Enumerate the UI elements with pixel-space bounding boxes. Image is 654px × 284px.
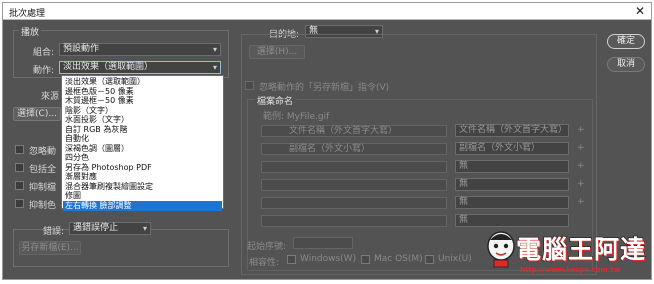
title-bar: 批次處理 ✕ [3,3,651,20]
start-serial-field[interactable] [293,237,353,249]
override-label: 忽略動作的「另存新檔」指令(V) [259,83,390,93]
dropdown-item-highlighted[interactable]: 左右轉換 臉部調整 [63,200,222,211]
override-checkbox[interactable] [245,81,254,90]
window-title: 批次處理 [9,9,46,19]
close-icon[interactable]: ✕ [635,4,645,18]
destination-choose-label: 選擇(H)... [256,47,298,57]
checkbox-1[interactable] [15,145,24,154]
naming-select-6-value: 無 [459,215,469,225]
naming-field-4[interactable] [261,179,447,191]
naming-select-1[interactable]: 文件名稱（外文首字大寫） [455,124,569,137]
compat-windows-label: Windows(W) [300,254,357,264]
errors-label: 錯誤: [43,227,65,237]
compat-label: 相容性: [249,258,280,268]
dropdown-item[interactable]: 另存為 Photoshop PDF [63,163,222,173]
naming-select-5-value: 無 [459,197,469,207]
compat-unix-checkbox[interactable] [425,255,434,264]
compat-windows-checkbox[interactable] [287,255,296,264]
chevron-down-icon: ▾ [212,45,217,54]
naming-field-1-text: 文件名稱（外文首字大寫） [289,126,398,136]
set-select-value: 預設動作 [63,44,100,54]
checkbox-2[interactable] [15,163,24,172]
naming-select-3[interactable]: 無 [455,160,569,173]
plus-icon[interactable]: + [577,125,585,135]
action-dropdown-list: 淡出效果（選取範圍） 邊框色版－50 像素 木質邊框－50 像素 陰影（文字） … [61,75,224,211]
watermark-url: http://www.kocpc.com.tw [520,266,621,274]
mascot-logo [487,231,515,268]
compat-unix-label: Unix(U) [438,254,472,264]
naming-field-2[interactable]: 副檔名（外文小寫） [261,143,447,155]
naming-select-4-value: 無 [459,179,469,189]
destination-choose-button[interactable]: 選擇(H)... [249,45,305,59]
ok-button[interactable]: 確定 [607,34,645,49]
dropdown-item[interactable]: 深褐色調（圖層） [63,144,222,154]
checkbox-4-label: 抑制色 [29,201,57,211]
action-label: 動作: [33,66,55,76]
plus-icon[interactable]: + [577,179,585,189]
compat-mac-label: Mac OS(M) [374,254,423,264]
chevron-down-icon: ▾ [142,224,147,233]
start-serial-label: 起始序號: [247,242,287,252]
checkbox-3[interactable] [15,181,24,190]
dropdown-item[interactable]: 四分色 [63,153,222,163]
play-legend: 播放 [19,25,42,38]
set-label: 組合: [33,48,55,58]
naming-field-5[interactable] [261,197,447,209]
save-as-label: 另存新檔(E)... [21,243,79,253]
source-choose-button[interactable]: 選擇(C)... [13,107,61,121]
errors-select[interactable]: 遇錯誤停止 ▾ [69,222,151,235]
naming-select-5[interactable]: 無 [455,196,569,209]
checkbox-4[interactable] [15,199,24,208]
naming-field-3[interactable] [261,161,447,173]
cancel-button-label: 取消 [616,59,635,69]
dropdown-item[interactable]: 修圖 [63,191,222,201]
cancel-button[interactable]: 取消 [607,57,645,72]
dropdown-item[interactable]: 漸層對應 [63,172,222,182]
naming-legend: 檔案命名 [255,94,296,107]
set-select[interactable]: 預設動作 ▾ [59,43,221,56]
dropdown-item[interactable]: 自訂 RGB 為灰階 [63,125,222,135]
naming-field-6[interactable] [261,215,447,227]
dropdown-item[interactable]: 木質邊框－50 像素 [63,96,222,106]
dropdown-item[interactable]: 混合器筆刷複製繪圖設定 [63,182,222,192]
watermark-brand: 電腦王阿達 [515,234,647,264]
plus-icon[interactable]: + [577,197,585,207]
source-label: 來源 [41,92,60,102]
dropdown-item[interactable]: 邊框色版－50 像素 [63,87,222,97]
errors-select-value: 遇錯誤停止 [73,223,119,233]
ok-button-label: 確定 [616,36,635,46]
checkbox-1-label: 忽略動 [29,147,57,157]
naming-select-4[interactable]: 無 [455,178,569,191]
dropdown-item[interactable]: 淡出效果（選取範圍） [63,77,222,87]
action-select[interactable]: 淡出效果（選取範圍） ▾ [59,61,221,74]
naming-field-2-text: 副檔名（外文小寫） [289,144,371,154]
plus-icon[interactable]: + [577,143,585,153]
action-select-value: 淡出效果（選取範圍） [63,62,154,72]
naming-select-3-value: 無 [459,161,469,171]
naming-example: 範例: MyFile.gif [263,112,330,122]
naming-select-2[interactable]: 副檔名（外文小寫） [455,142,569,155]
naming-select-1-value: 文件名稱（外文首字大寫） [459,125,568,135]
checkbox-2-label: 包括全 [29,165,57,175]
watermark: 電腦王阿達 http://www.kocpc.com.tw [486,226,652,280]
chevron-down-icon: ▾ [212,63,217,72]
naming-select-2-value: 副檔名（外文小寫） [459,143,541,153]
checkbox-3-label: 抑制檔 [29,183,57,193]
compat-mac-checkbox[interactable] [361,255,370,264]
dropdown-item[interactable]: 自動化 [63,134,222,144]
save-as-button[interactable]: 另存新檔(E)... [19,241,81,255]
source-choose-label: 選擇(C)... [17,109,57,119]
plus-icon[interactable]: + [577,161,585,171]
naming-field-1[interactable]: 文件名稱（外文首字大寫） [261,125,447,137]
dropdown-item[interactable]: 水面投影（文字） [63,115,222,125]
dropdown-item[interactable]: 陰影（文字） [63,106,222,116]
